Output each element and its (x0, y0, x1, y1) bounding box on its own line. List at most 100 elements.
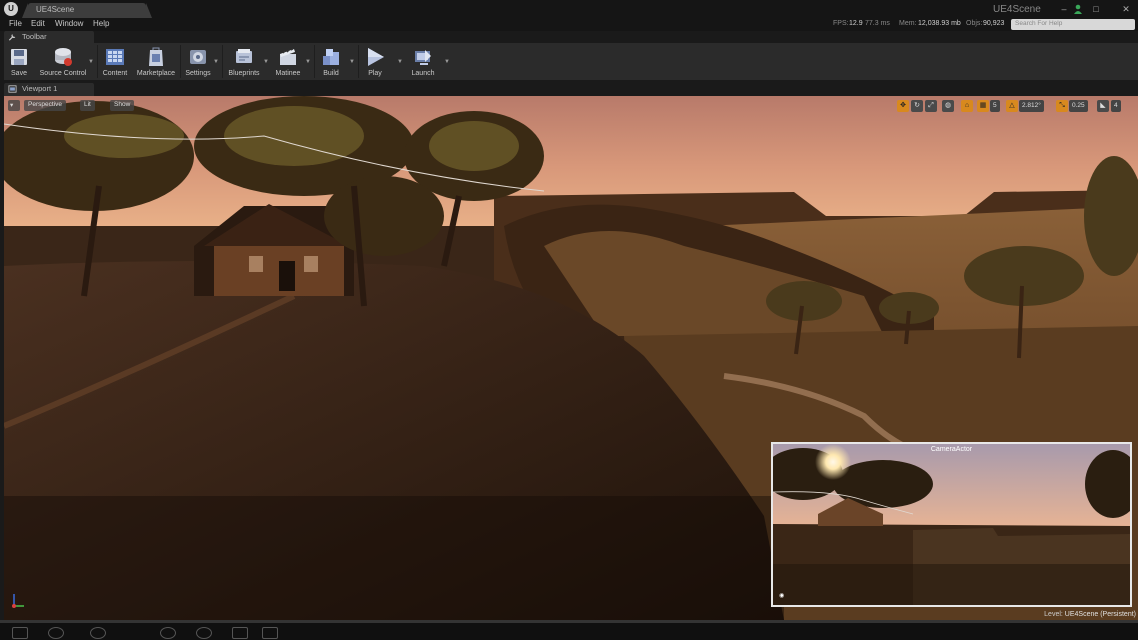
source-control-label: Source Control (39, 70, 87, 77)
world-local-icon[interactable]: ◍ (942, 100, 954, 112)
viewport-tab-label: Viewport 1 (22, 84, 58, 93)
camera-preview-marker: ◉ (779, 593, 785, 599)
marketplace-icon (149, 47, 163, 66)
lit-button[interactable]: Lit (80, 100, 95, 111)
task-icon[interactable] (12, 627, 28, 639)
mem-label: Mem: (899, 20, 917, 27)
settings-button[interactable]: Settings (182, 43, 214, 80)
source-control-dropdown[interactable]: ▼ (88, 59, 94, 65)
settings-dropdown[interactable]: ▼ (213, 59, 219, 65)
viewport-tab[interactable]: Viewport 1 (4, 83, 94, 96)
menu-bar: File Edit Window Help FPS: 12.9 77.3 ms … (0, 18, 1138, 31)
build-label: Build (323, 70, 339, 77)
level-viewport[interactable]: ▾ Perspective Lit Show ✥ ↻ ⤢ ◍ ⌂ ▦ 5 △ 2… (4, 96, 1138, 620)
axis-gizmo-icon (12, 594, 24, 608)
objs-value: 90,923 (983, 20, 1005, 27)
lit-label: Lit (84, 101, 91, 108)
camera-preview-render (773, 444, 1130, 605)
show-button[interactable]: Show (110, 100, 135, 111)
play-icon (368, 48, 384, 66)
build-button[interactable]: Build (316, 43, 346, 80)
source-control-button[interactable]: Source Control (36, 43, 90, 80)
fps-label: FPS: (833, 20, 849, 27)
task-icon[interactable] (160, 627, 176, 639)
rotation-snap-icon[interactable]: △ (1006, 100, 1018, 112)
toolbar-separator (180, 45, 181, 78)
camera-speed-value[interactable]: 4 (1111, 100, 1121, 112)
toolbar-tab-label: Toolbar (22, 32, 47, 41)
content-label: Content (102, 70, 128, 77)
bottom-taskbar (0, 620, 1138, 640)
close-button[interactable]: ✕ (1120, 3, 1132, 15)
blueprints-button[interactable]: Blueprints (224, 43, 264, 80)
build-dropdown[interactable]: ▼ (349, 59, 355, 65)
camera-preview: CameraActor ◉ (771, 442, 1132, 607)
app-name: UE4Scene (993, 4, 1041, 15)
task-icon[interactable] (90, 627, 106, 639)
rotation-snap-value[interactable]: 2.812° (1019, 100, 1044, 112)
level-tab[interactable]: UE4Scene (22, 3, 152, 18)
viewport-options-button[interactable]: ▾ (8, 100, 20, 111)
save-button[interactable]: Save (4, 43, 34, 80)
source-control-icon (55, 48, 72, 66)
level-label-prefix: Level: (1044, 611, 1063, 618)
task-icon[interactable] (232, 627, 248, 639)
settings-label: Settings (185, 70, 211, 77)
blueprints-label: Blueprints (228, 70, 260, 77)
play-dropdown[interactable]: ▼ (397, 59, 403, 65)
minimize-button[interactable]: – (1058, 3, 1070, 15)
toolbar: Save Source Control ▼ Content Marketplac… (4, 43, 1138, 80)
help-search-input[interactable]: Search For Help (1011, 19, 1135, 30)
translate-tool-icon[interactable]: ✥ (897, 100, 909, 112)
toolbar-separator (222, 45, 223, 78)
frame-ms: 77.3 ms (865, 20, 890, 27)
matinee-icon (280, 48, 296, 65)
task-icon[interactable] (262, 627, 278, 639)
launch-dropdown[interactable]: ▼ (444, 59, 450, 65)
menu-help[interactable]: Help (93, 19, 109, 28)
matinee-button[interactable]: Matinee (270, 43, 306, 80)
perspective-button[interactable]: Perspective (24, 100, 66, 111)
build-icon (323, 49, 339, 65)
scale-snap-icon[interactable]: ⤡ (1056, 100, 1068, 112)
menu-file[interactable]: File (9, 19, 22, 28)
menu-window[interactable]: Window (55, 19, 83, 28)
grid-snap-value[interactable]: 5 (990, 100, 1000, 112)
toolbar-tab[interactable]: Toolbar (4, 31, 94, 43)
scale-tool-icon[interactable]: ⤢ (925, 100, 937, 112)
content-button[interactable]: Content (100, 43, 130, 80)
toolbar-separator (358, 45, 359, 78)
save-icon (11, 49, 27, 65)
restore-button[interactable]: □ (1090, 3, 1102, 15)
save-label: Save (11, 70, 27, 77)
fps-value: 12.9 (849, 20, 863, 27)
task-icon[interactable] (196, 627, 212, 639)
launch-button[interactable]: Launch (406, 43, 440, 80)
title-bar: U UE4Scene UE4Scene – □ ✕ (0, 0, 1138, 18)
marketplace-button[interactable]: Marketplace (134, 43, 178, 80)
viewport-icon (8, 85, 17, 93)
blueprints-icon (236, 49, 252, 63)
camera-speed-icon[interactable]: ◣ (1097, 100, 1109, 112)
settings-icon (190, 50, 206, 64)
matinee-dropdown[interactable]: ▼ (305, 59, 311, 65)
show-label: Show (114, 101, 131, 108)
scale-snap-value[interactable]: 0.25 (1069, 100, 1088, 112)
menu-edit[interactable]: Edit (31, 19, 45, 28)
user-icon[interactable] (1073, 4, 1083, 14)
play-button[interactable]: Play (360, 43, 390, 80)
toolbar-separator (314, 45, 315, 78)
launch-icon (415, 50, 431, 65)
grid-snap-icon[interactable]: ▦ (977, 100, 989, 112)
level-name: UE4Scene (Persistent) (1064, 611, 1136, 618)
rotate-tool-icon[interactable]: ↻ (911, 100, 923, 112)
play-label: Play (368, 70, 382, 77)
toolbar-separator (97, 45, 98, 78)
task-icon[interactable] (48, 627, 64, 639)
matinee-label: Matinee (275, 70, 301, 77)
blueprints-dropdown[interactable]: ▼ (263, 59, 269, 65)
surface-snap-icon[interactable]: ⌂ (961, 100, 973, 112)
current-level: Level: UE4Scene (Persistent) (1044, 611, 1136, 618)
camera-preview-title: CameraActor (930, 446, 973, 453)
objs-label: Objs: (966, 20, 983, 27)
